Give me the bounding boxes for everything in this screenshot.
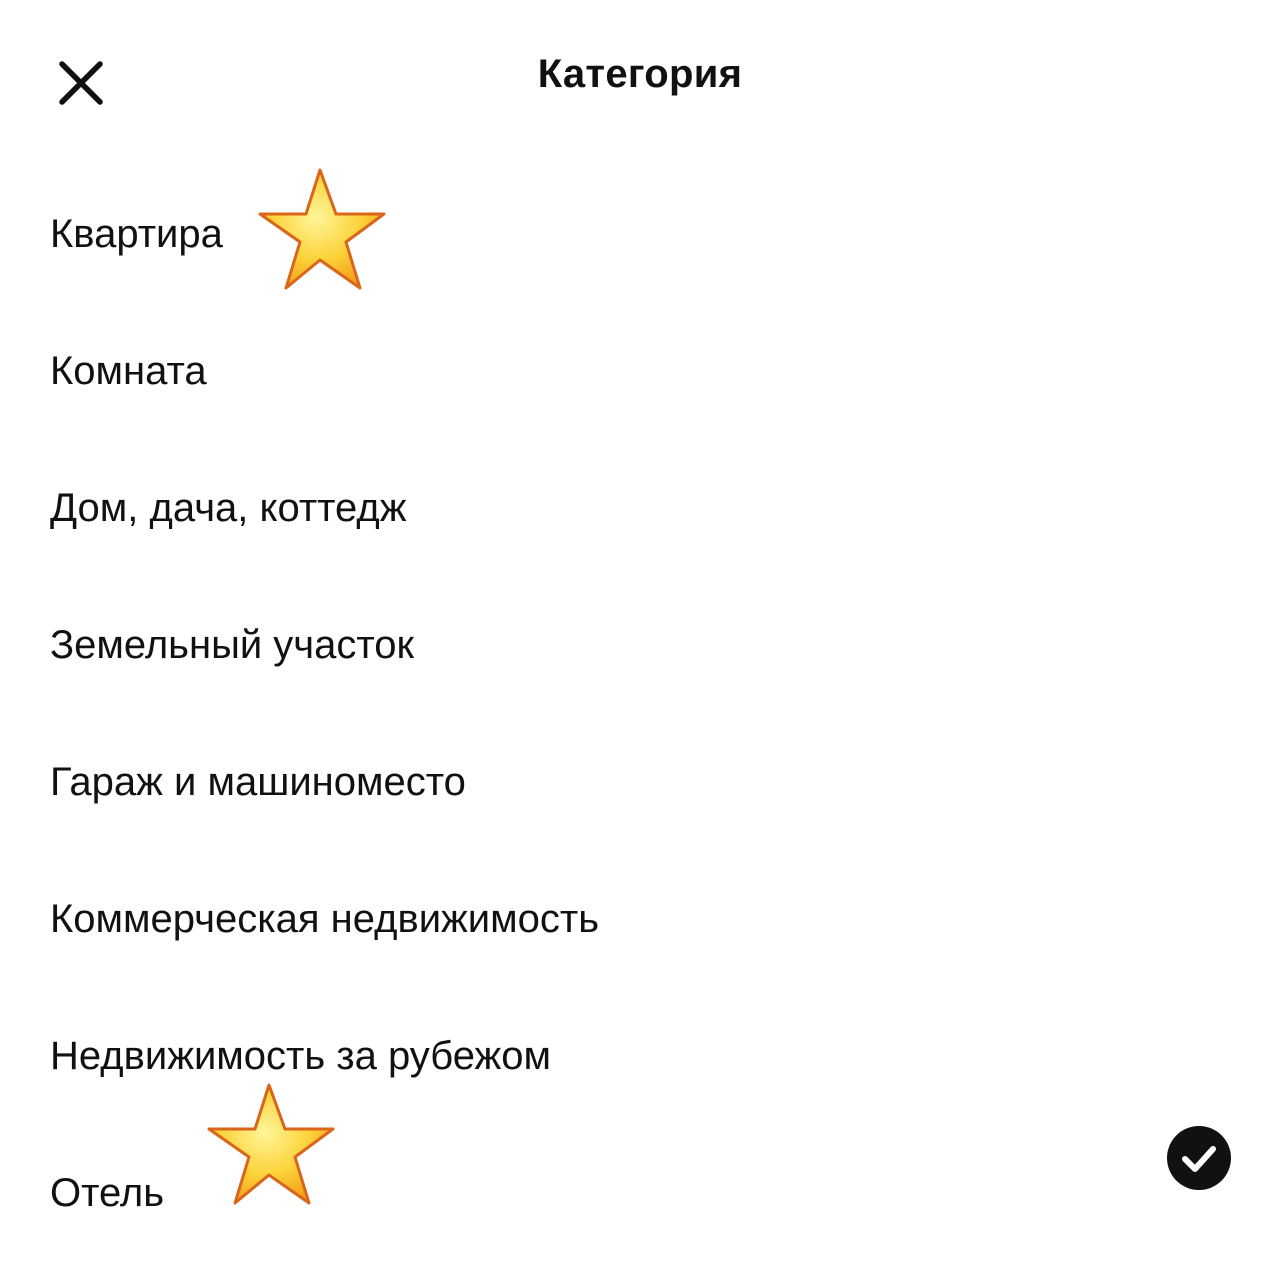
check-circle-icon (1167, 1126, 1231, 1190)
category-item-garage[interactable]: Гараж и машиноместо (0, 714, 1280, 851)
page-title: Категория (537, 52, 743, 96)
category-label: Гараж и машиноместо (50, 760, 466, 804)
category-list: Квартира Комната Дом, дача, коттедж Земе… (0, 166, 1280, 1262)
category-item-hotel[interactable]: Отель (0, 1083, 1280, 1262)
category-label: Комната (50, 349, 207, 393)
category-item-commercial[interactable]: Коммерческая недвижимость (0, 851, 1280, 988)
category-sheet: Категория Квартира Комната Дом, дача, ко… (0, 0, 1280, 1269)
category-label: Квартира (50, 212, 223, 256)
category-item-apartment[interactable]: Квартира (0, 166, 1280, 303)
category-label: Отель (50, 1171, 165, 1215)
category-label: Недвижимость за рубежом (50, 1034, 552, 1078)
category-label: Коммерческая недвижимость (50, 897, 600, 941)
category-item-abroad[interactable]: Недвижимость за рубежом (0, 988, 1280, 1125)
category-item-room[interactable]: Комната (0, 303, 1280, 440)
sheet-header: Категория (0, 0, 1280, 160)
star-icon (207, 1083, 335, 1205)
category-item-land[interactable]: Земельный участок (0, 577, 1280, 714)
category-label: Дом, дача, коттедж (50, 486, 407, 530)
category-label: Земельный участок (50, 623, 415, 667)
star-icon (258, 168, 386, 290)
category-item-house[interactable]: Дом, дача, коттедж (0, 440, 1280, 577)
